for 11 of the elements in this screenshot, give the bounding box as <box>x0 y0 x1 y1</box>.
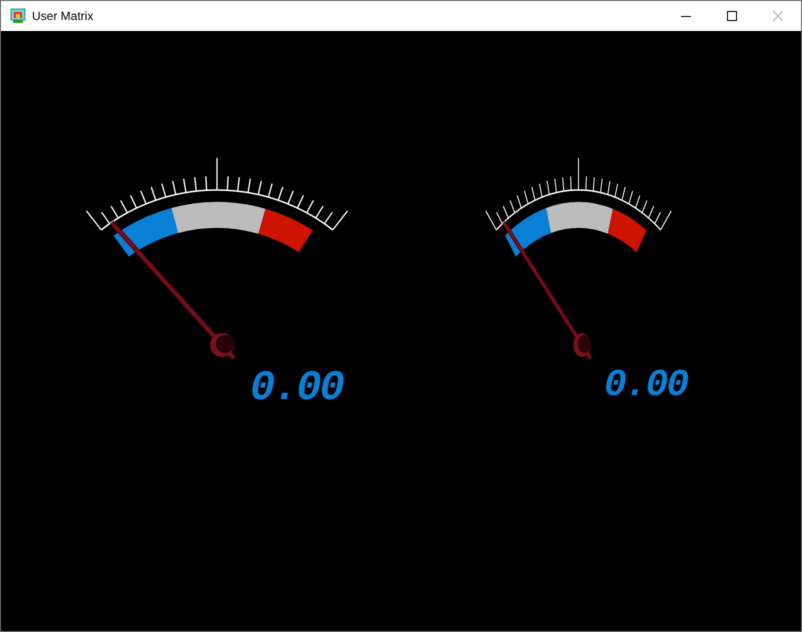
window-title: User Matrix <box>32 8 94 25</box>
normal-zone-band <box>546 202 613 234</box>
reading-display: 0.00 <box>604 367 688 405</box>
high-zone-band <box>608 208 647 252</box>
app-icon <box>10 8 26 24</box>
low-zone-band <box>114 208 178 257</box>
maximize-icon <box>727 11 737 21</box>
close-icon <box>773 11 783 21</box>
low-zone-band <box>505 208 551 257</box>
reading-display: 0.00 <box>250 367 343 409</box>
high-zone-band <box>258 208 313 252</box>
